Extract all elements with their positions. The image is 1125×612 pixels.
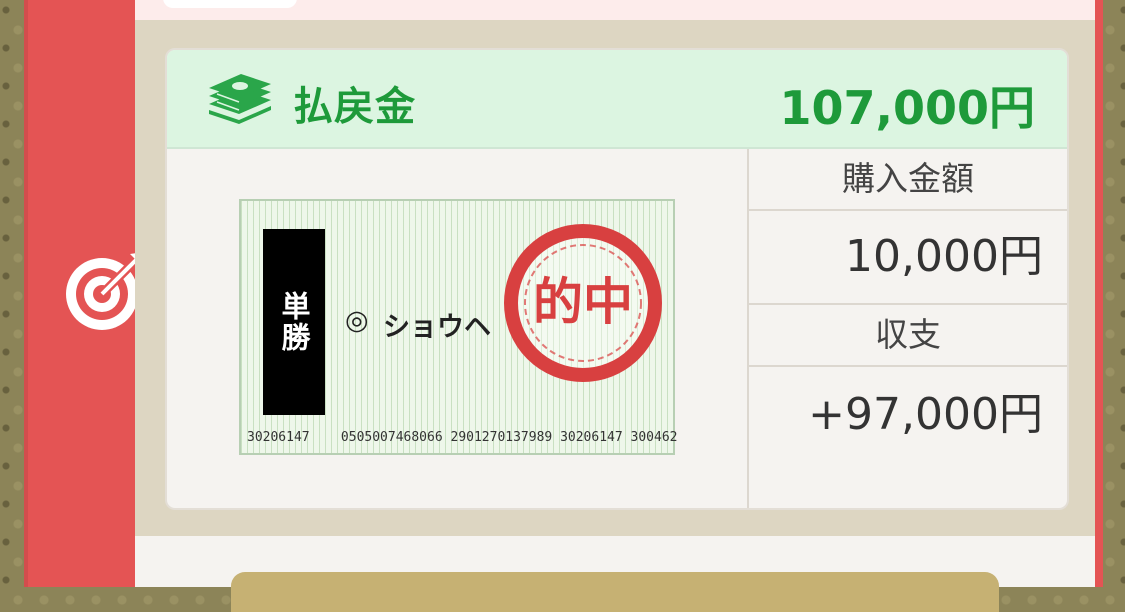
betting-ticket: 単勝 ◎ ショウヘ 的中 30206147 0505007468066 2901… [239,199,678,455]
payout-card: 払戻金 107,000円 単勝 ◎ ショウヘ 的中 30206147 05050… [165,48,1069,510]
money-stack-icon [209,74,271,124]
balance-label: 収支 [875,315,941,354]
top-pill [163,0,297,8]
ticket-code: 30206147 0505007468066 2901270137989 302… [247,430,678,445]
payout-label: 払戻金 [293,84,416,130]
result-panel: 払戻金 107,000円 単勝 ◎ ショウヘ 的中 30206147 05050… [135,0,1095,612]
balance-label-row: 収支 [749,305,1067,367]
summary-cell: 購入金額 10,000円 収支 +97,000円 [749,149,1067,508]
bet-type-label: 単勝 [263,229,325,415]
sidebar-band [24,0,144,587]
ticket-cell: 単勝 ◎ ショウヘ 的中 30206147 0505007468066 2901… [167,149,749,508]
hit-stamp: 的中 [504,224,662,382]
top-strip [135,0,1095,20]
right-edge-band [1095,0,1103,587]
purchase-value-row: 10,000円 [749,211,1067,305]
balance-value-row: +97,000円 [749,367,1067,463]
payout-amount: 107,000円 [779,81,1035,135]
bottom-action-button[interactable] [231,572,999,612]
purchase-label-row: 購入金額 [749,149,1067,211]
balance-value: +97,000円 [808,389,1043,440]
horse-mark: ◎ [345,305,369,336]
stamp-text: 的中 [533,273,633,331]
purchase-label: 購入金額 [842,159,974,198]
horse-name: ショウヘ [383,312,491,343]
purchase-value: 10,000円 [845,231,1043,282]
payout-header: 払戻金 107,000円 [167,50,1067,149]
